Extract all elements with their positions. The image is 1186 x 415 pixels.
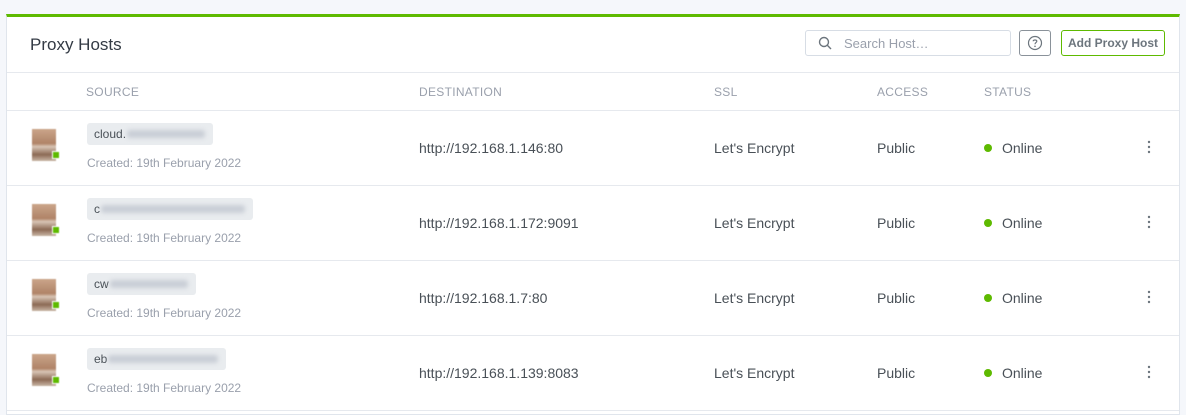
search-box[interactable] [805,30,1011,56]
row-menu-button[interactable] [1139,137,1159,157]
page-title: Proxy Hosts [30,34,122,54]
row-menu-button[interactable] [1139,362,1159,382]
table-row[interactable]: cw Created: 19th February 2022 http://19… [7,261,1179,336]
source-domain: cw [94,277,109,291]
column-header-status: STATUS [984,85,1032,99]
help-icon [1027,35,1043,51]
created-date: Created: 19th February 2022 [87,231,242,245]
created-date: Created: 19th February 2022 [87,381,242,395]
destination: http://192.168.1.139:8083 [419,365,579,381]
ssl-provider: Let's Encrypt [714,215,795,231]
access-level: Public [877,290,916,306]
source-domain-pill[interactable]: c [87,198,253,220]
ssl-provider: Let's Encrypt [714,290,795,306]
redacted-domain [127,130,206,138]
redacted-domain [101,205,245,213]
avatar-status-dot [52,301,60,309]
online-dot-icon [984,219,992,227]
table-row[interactable]: cloud. Created: 19th February 2022 http:… [7,111,1179,186]
kebab-icon [1147,365,1151,379]
column-header-destination: DESTINATION [419,85,503,99]
row-menu-button[interactable] [1139,287,1159,307]
created-date: Created: 19th February 2022 [87,306,242,320]
column-header-source: SOURCE [86,85,140,99]
status-badge: Online [984,365,1042,381]
redacted-domain [108,355,219,363]
online-dot-icon [984,369,992,377]
avatar [32,204,60,236]
add-proxy-host-button[interactable]: Add Proxy Host [1061,30,1165,56]
redacted-domain [109,280,188,288]
status-badge: Online [984,215,1042,231]
column-header-access: ACCESS [877,85,929,99]
status-text: Online [1002,365,1043,381]
source-domain-pill[interactable]: cw [87,273,196,295]
search-input[interactable] [842,34,996,52]
online-dot-icon [984,144,992,152]
avatar [32,129,60,161]
destination: http://192.168.1.146:80 [419,140,564,156]
destination: http://192.168.1.7:80 [419,290,548,306]
avatar-status-dot [52,151,60,159]
status-badge: Online [984,140,1042,156]
avatar-status-dot [52,376,60,384]
status-badge: Online [984,290,1042,306]
source-domain-pill[interactable]: cloud. [87,123,214,145]
source-domain: c [94,202,100,216]
avatar [32,279,60,311]
search-icon [818,36,832,50]
status-text: Online [1002,140,1043,156]
ssl-provider: Let's Encrypt [714,140,795,156]
table-row[interactable]: eb Created: 19th February 2022 http://19… [7,336,1179,411]
avatar-status-dot [52,226,60,234]
access-level: Public [877,215,916,231]
help-button[interactable] [1019,30,1051,56]
table-row[interactable]: c Created: 19th February 2022 http://192… [7,186,1179,261]
created-date: Created: 19th February 2022 [87,156,242,170]
access-level: Public [877,140,916,156]
kebab-icon [1147,290,1151,304]
source-domain-pill[interactable]: eb [87,348,227,370]
card-header: Proxy Hosts Add Proxy Host [7,17,1179,73]
status-text: Online [1002,215,1043,231]
online-dot-icon [984,294,992,302]
source-domain: cloud. [94,127,127,141]
kebab-icon [1147,215,1151,229]
table-header: SOURCE DESTINATION SSL ACCESS STATUS [7,73,1179,111]
destination: http://192.168.1.172:9091 [419,215,579,231]
row-menu-button[interactable] [1139,212,1159,232]
column-header-ssl: SSL [714,85,738,99]
avatar [32,354,60,386]
ssl-provider: Let's Encrypt [714,365,795,381]
kebab-icon [1147,140,1151,154]
proxy-hosts-card: Proxy Hosts Add Proxy Host SOURCE DESTIN… [6,14,1180,415]
source-domain: eb [94,352,108,366]
status-text: Online [1002,290,1043,306]
access-level: Public [877,365,916,381]
